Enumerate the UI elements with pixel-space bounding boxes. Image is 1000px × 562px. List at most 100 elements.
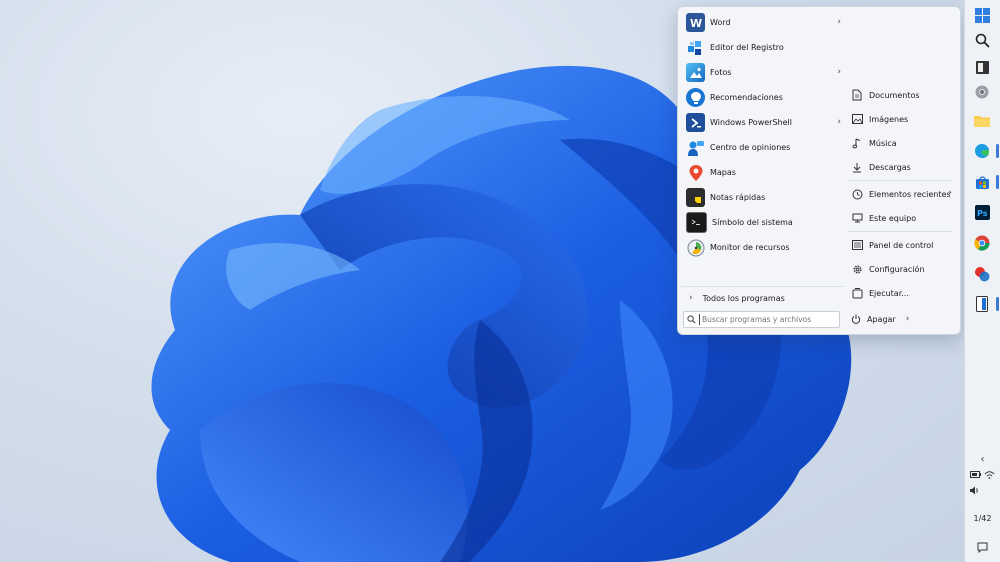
- tray-status-group[interactable]: [965, 471, 1000, 479]
- place-label: Panel de control: [869, 240, 934, 250]
- gear-icon: [851, 263, 863, 275]
- resource-monitor-icon: [686, 238, 705, 257]
- maps-icon: [686, 163, 705, 182]
- speaker-icon: [970, 486, 978, 495]
- chevron-right-icon: ›: [689, 293, 693, 303]
- all-programs-label: Todos los programas: [702, 293, 785, 303]
- music-icon: [851, 137, 863, 149]
- place-item-pictures[interactable]: Imágenes: [848, 107, 956, 131]
- program-item-word[interactable]: W Word ›: [681, 10, 847, 35]
- program-item-registry-editor[interactable]: Editor del Registro: [681, 35, 847, 60]
- taskbar-app-edge[interactable]: [970, 139, 999, 163]
- taskbar-app-notes[interactable]: [970, 292, 999, 316]
- program-item-photos[interactable]: Fotos ›: [681, 60, 847, 85]
- taskbar-app-chrome-gray[interactable]: [970, 80, 994, 104]
- chevron-right-icon: ›: [837, 17, 841, 27]
- photoshop-icon: Ps: [974, 204, 990, 220]
- picture-icon: [851, 113, 863, 125]
- start-icon: [974, 7, 990, 23]
- start-menu: W Word › Editor del Registro Fotos › Rec…: [677, 6, 961, 335]
- power-icon: [851, 314, 861, 324]
- feedback-hub-icon: [686, 138, 705, 157]
- office-icon: [975, 267, 990, 282]
- notifications-button[interactable]: [965, 542, 1000, 555]
- volume-button[interactable]: [965, 486, 1000, 497]
- program-item-resource-monitor[interactable]: Monitor de recursos: [681, 235, 847, 260]
- place-item-settings[interactable]: Configuración: [848, 257, 956, 281]
- tips-icon: [686, 88, 705, 107]
- program-item-maps[interactable]: Mapas: [681, 160, 847, 185]
- search-icon: [687, 315, 696, 324]
- search-input[interactable]: [699, 314, 832, 325]
- task-view-button[interactable]: [970, 55, 994, 79]
- place-label: Imágenes: [869, 114, 909, 124]
- search-button[interactable]: [970, 28, 994, 52]
- svg-text:Ps: Ps: [977, 209, 988, 218]
- chrome-icon: [974, 235, 990, 251]
- registry-editor-icon: [686, 38, 705, 57]
- command-prompt-icon: [686, 212, 707, 233]
- place-label: Configuración: [869, 264, 925, 274]
- start-button[interactable]: [970, 3, 994, 27]
- place-label: Música: [869, 138, 897, 148]
- download-icon: [851, 161, 863, 173]
- place-label: Elementos recientes: [869, 189, 951, 199]
- program-label: Centro de opiniones: [710, 143, 791, 152]
- program-label: Editor del Registro: [710, 43, 784, 52]
- taskbar-clock: 1/42: [973, 514, 992, 523]
- control-panel-icon: [851, 239, 863, 251]
- powershell-icon: [686, 113, 705, 132]
- taskbar-app-chrome[interactable]: [970, 231, 994, 255]
- program-item-powershell[interactable]: Windows PowerShell ›: [681, 110, 847, 135]
- place-label: Descargas: [869, 162, 911, 172]
- taskbar-app-store[interactable]: [970, 170, 999, 194]
- place-item-this-pc[interactable]: Este equipo: [848, 206, 956, 230]
- run-icon: [851, 287, 863, 299]
- place-item-control-panel[interactable]: Panel de control: [848, 233, 956, 257]
- place-item-run[interactable]: Ejecutar...: [848, 281, 956, 305]
- program-item-tips[interactable]: Recomendaciones: [681, 85, 847, 110]
- chevron-right-icon: ›: [837, 67, 841, 77]
- place-item-recent[interactable]: Elementos recientes ›: [848, 182, 956, 206]
- taskbar-app-office[interactable]: [970, 262, 994, 286]
- taskbar: Ps ‹ 1/42: [964, 0, 1000, 562]
- show-hidden-icons-button[interactable]: ‹: [965, 454, 1000, 465]
- divider: [848, 231, 952, 232]
- photos-icon: [686, 63, 705, 82]
- places-list: Documentos Imágenes Música Descargas Ele…: [848, 83, 956, 305]
- taskbar-app-file-explorer[interactable]: [970, 108, 994, 132]
- notification-icon: [977, 542, 988, 554]
- task-view-icon: [975, 60, 989, 74]
- clock-button[interactable]: 1/42: [965, 514, 1000, 523]
- program-label: Símbolo del sistema: [712, 218, 793, 227]
- all-programs-button[interactable]: › Todos los programas: [681, 286, 844, 309]
- place-item-downloads[interactable]: Descargas: [848, 155, 956, 179]
- sticky-notes-icon: [686, 188, 705, 207]
- clock-icon: [851, 188, 863, 200]
- chrome-icon: [975, 85, 989, 99]
- svg-text:W: W: [690, 17, 702, 29]
- taskbar-app-photoshop[interactable]: Ps: [970, 200, 994, 224]
- edge-icon: [975, 144, 989, 158]
- notes-app-icon: [976, 296, 988, 312]
- place-item-music[interactable]: Música: [848, 131, 956, 155]
- divider: [848, 180, 952, 181]
- shutdown-button[interactable]: Apagar ›: [848, 309, 921, 329]
- chevron-left-icon: ‹: [980, 454, 985, 465]
- place-item-documents[interactable]: Documentos: [848, 83, 956, 107]
- word-icon: W: [686, 13, 705, 32]
- program-label: Notas rápidas: [710, 193, 766, 202]
- shutdown-label: Apagar: [867, 314, 896, 324]
- program-item-feedback-hub[interactable]: Centro de opiniones: [681, 135, 847, 160]
- place-label: Documentos: [869, 90, 920, 100]
- program-label: Recomendaciones: [710, 93, 783, 102]
- program-label: Windows PowerShell: [710, 118, 792, 127]
- program-item-command-prompt[interactable]: Símbolo del sistema: [681, 210, 847, 235]
- file-explorer-icon: [974, 115, 990, 127]
- store-icon: [975, 176, 989, 189]
- battery-icon: [969, 471, 981, 478]
- search-box[interactable]: [683, 311, 840, 328]
- program-label: Monitor de recursos: [710, 243, 790, 252]
- search-icon: [975, 33, 990, 48]
- program-item-sticky-notes[interactable]: Notas rápidas: [681, 185, 847, 210]
